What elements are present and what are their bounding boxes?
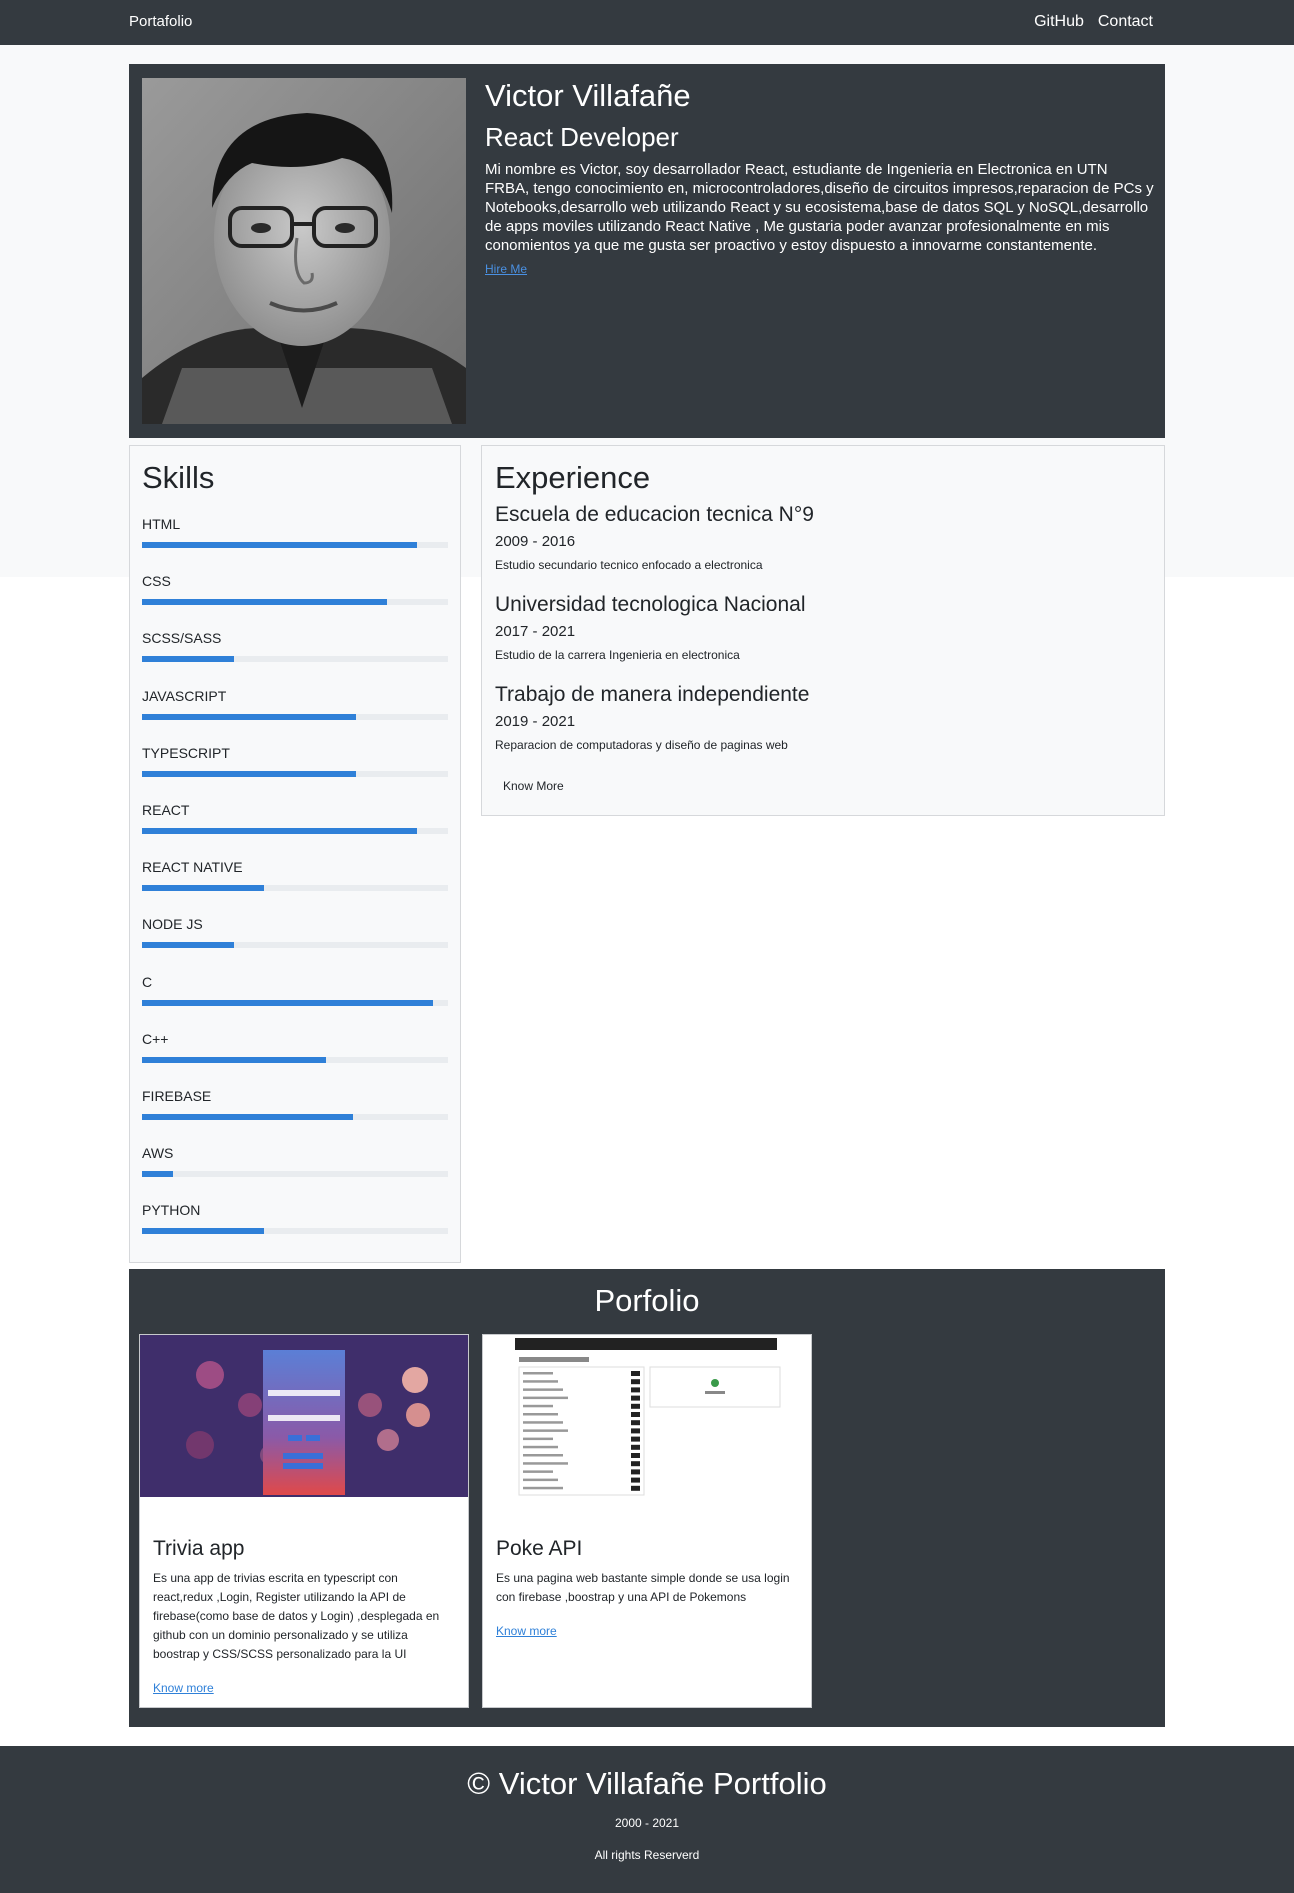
experience-item-years: 2017 - 2021 (495, 623, 576, 640)
skill-item: NODE JS (142, 916, 448, 949)
experience-item-title: Escuela de educacion tecnica N°9 (495, 503, 814, 526)
skill-name: AWS (142, 1145, 174, 1162)
skill-progress-track (142, 1114, 448, 1120)
skill-progress-track (142, 713, 448, 720)
skill-item: PYTHON (142, 1202, 448, 1235)
know-more-button[interactable]: Know More (495, 775, 572, 797)
skill-name: C (142, 973, 153, 990)
skill-item: CSS (142, 573, 448, 606)
skill-progress-fill (142, 542, 418, 548)
experience-item: Universidad tecnologica Nacional 2017 - … (495, 593, 1145, 662)
project-card-pokeapi: Poke API Es una pagina web bastante simp… (482, 1334, 812, 1708)
footer-rights: All rights Reserverd (594, 1848, 700, 1862)
skill-progress-fill (142, 1228, 265, 1235)
skill-progress-track (142, 1228, 448, 1235)
skill-progress-track (142, 770, 448, 777)
skill-item: REACT (142, 802, 448, 834)
portfolio-section: Porfolio Trivia app Es una app de trivia… (129, 1269, 1165, 1727)
skill-progress-fill (142, 1056, 326, 1063)
experience-item-description: Estudio de la carrera Ingenieria en elec… (495, 648, 740, 662)
skill-progress-track (142, 1056, 448, 1063)
project-description: Es una app de trivias escrita en typescr… (153, 1571, 440, 1661)
skill-progress-fill (142, 599, 387, 606)
skills-card: Skills HTML CSS SCSS/SASS JAVASCRIPT TYPESCR… (129, 445, 461, 1263)
skills-title: Skills (142, 460, 215, 495)
skill-item: JAVASCRIPT (142, 688, 448, 720)
experience-item: Trabajo de manera independiente 2019 - 2… (495, 683, 1145, 752)
experience-item-years: 2009 - 2016 (495, 533, 576, 550)
footer-years: 2000 - 2021 (614, 1816, 680, 1830)
skill-progress-track (142, 885, 448, 892)
nav-link-github[interactable]: GitHub (1034, 13, 1084, 31)
footer: © Victor Villafañe Portfolio 2000 - 2021… (0, 1746, 1294, 1893)
experience-item: Escuela de educacion tecnica N°9 2009 - … (495, 503, 1145, 572)
skill-item: SCSS/SASS (142, 630, 448, 663)
nav-brand[interactable]: Portafolio (129, 13, 192, 30)
poke-api-screenshot (483, 1335, 811, 1497)
know-more-link[interactable]: Know more (496, 1624, 557, 1638)
skill-progress-track (142, 542, 448, 548)
skill-progress-track (142, 656, 448, 663)
skill-progress-track (142, 599, 448, 606)
hire-me-link[interactable]: Hire Me (485, 262, 527, 276)
skill-progress-track (142, 828, 448, 834)
skill-progress-fill (142, 1171, 173, 1178)
experience-item-years: 2019 - 2021 (495, 713, 576, 730)
skill-progress-fill (142, 942, 234, 949)
skill-name: C++ (142, 1030, 169, 1047)
skill-progress-track (142, 999, 448, 1006)
know-more-link[interactable]: Know more (153, 1681, 214, 1695)
hero-name: Victor Villafañe (485, 78, 691, 113)
nav-link-contact[interactable]: Contact (1098, 13, 1153, 31)
hero-role: React Developer (485, 122, 679, 152)
hero-section: Victor Villafañe React Developer Mi nomb… (129, 64, 1165, 438)
skill-progress-fill (142, 770, 357, 777)
skill-item: AWS (142, 1145, 448, 1178)
project-description: Es una pagina web bastante simple donde … (496, 1571, 790, 1604)
skill-name: JAVASCRIPT (142, 687, 227, 704)
skill-item: REACT NATIVE (142, 859, 448, 892)
skill-name: HTML (142, 516, 181, 532)
top-navbar: Portafolio GitHub Contact (0, 0, 1294, 45)
project-card-trivia: Trivia app Es una app de trivias escrita… (139, 1334, 469, 1708)
profile-photo (142, 78, 466, 424)
hero-description: Mi nombre es Victor, soy desarrollador R… (485, 161, 1154, 254)
footer-title: © Victor Villafañe Portfolio (467, 1766, 827, 1801)
skill-progress-track (142, 1171, 448, 1178)
skill-name: FIREBASE (142, 1088, 212, 1104)
skill-name: PYTHON (142, 1202, 201, 1219)
skill-progress-fill (142, 999, 433, 1006)
skill-item: C (142, 974, 448, 1006)
skill-progress-fill (142, 885, 265, 892)
skill-item: TYPESCRIPT (142, 745, 448, 777)
project-title: Trivia app (153, 1537, 245, 1560)
experience-title: Experience (495, 460, 651, 495)
nav-links: GitHub Contact (1034, 13, 1153, 31)
skill-item: HTML (142, 516, 448, 548)
skill-progress-fill (142, 656, 234, 663)
skill-progress-track (142, 942, 448, 949)
experience-item-description: Estudio secundario tecnico enfocado a el… (495, 558, 763, 572)
skill-name: TYPESCRIPT (142, 744, 230, 761)
skill-name: SCSS/SASS (142, 630, 222, 647)
trivia-app-screenshot (140, 1335, 468, 1497)
skill-name: REACT NATIVE (142, 859, 243, 876)
portfolio-title: Porfolio (594, 1283, 700, 1318)
skill-item: FIREBASE (142, 1088, 448, 1120)
experience-card: Experience Escuela de educacion tecnica … (481, 445, 1165, 816)
skill-name: NODE JS (142, 916, 203, 933)
skill-item: C++ (142, 1031, 448, 1063)
experience-item-description: Reparacion de computadoras y diseño de p… (495, 738, 788, 752)
skill-progress-fill (142, 1114, 354, 1120)
skill-name: CSS (142, 573, 171, 590)
skill-progress-fill (142, 713, 357, 720)
experience-item-title: Trabajo de manera independiente (495, 683, 810, 706)
skill-name: REACT (142, 802, 190, 818)
skill-progress-fill (142, 828, 418, 834)
project-title: Poke API (496, 1537, 583, 1560)
experience-item-title: Universidad tecnologica Nacional (495, 593, 806, 616)
